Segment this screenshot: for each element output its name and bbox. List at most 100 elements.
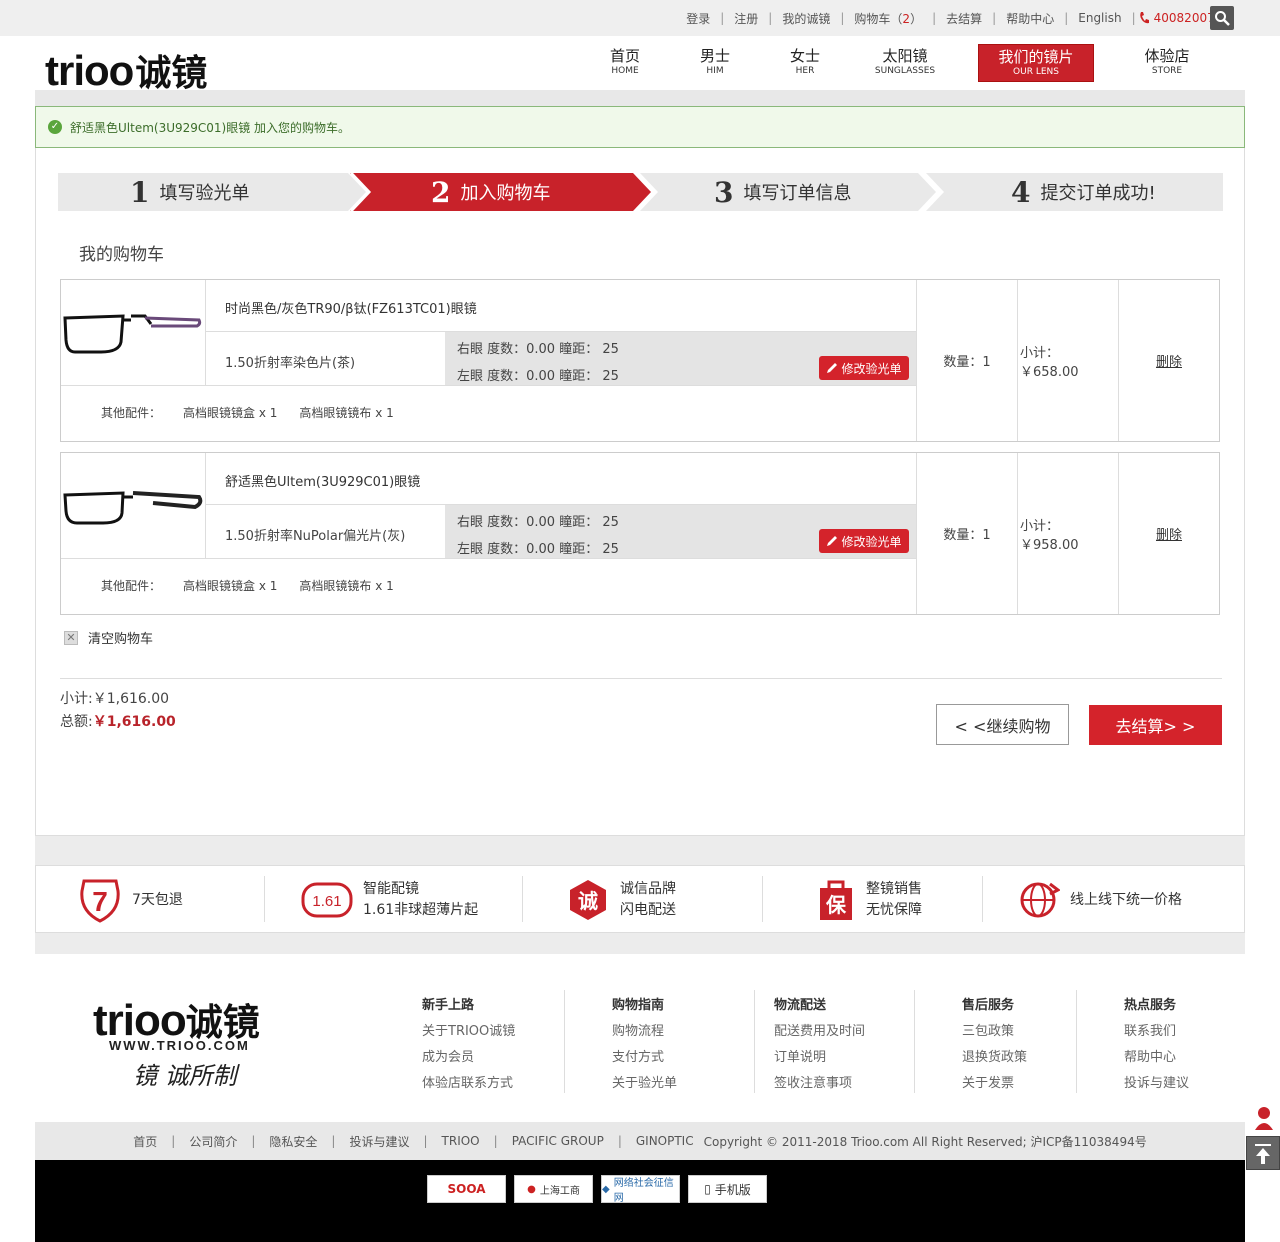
cart-panel: 1 填写验光单 2 加入购物车 3 填写订单信息 4 提交订单成功! 我的购物车 时尚黑… bbox=[35, 148, 1245, 836]
divider bbox=[60, 678, 1222, 679]
step-4: 4 提交订单成功! bbox=[1011, 175, 1156, 209]
product-name[interactable]: 时尚黑色/灰色TR90/β钛(FZ613TC01)眼镜 bbox=[225, 298, 477, 317]
left-eye-rx: 左眼 度数：0.00 瞳距： 25 bbox=[457, 369, 619, 384]
site-header: trioo 诚镜 首页 HOME 男士 HIM 女士 HER 太阳镜 SUNGLASSES… bbox=[0, 36, 1280, 94]
nav-sunglasses[interactable]: 太阳镜 SUNGLASSES bbox=[850, 44, 960, 82]
site-logo[interactable]: trioo 诚镜 bbox=[45, 44, 207, 96]
footer-link[interactable]: 关于验光单 bbox=[612, 1071, 677, 1097]
delete-item-link[interactable]: 删除 bbox=[1118, 280, 1219, 441]
modify-prescription-button[interactable]: 修改验光单 bbox=[819, 529, 909, 553]
footer-link[interactable]: 投诉与建议 bbox=[1124, 1071, 1189, 1097]
close-icon: ✕ bbox=[64, 630, 78, 645]
footer-link[interactable]: 配送费用及时间 bbox=[774, 1019, 865, 1045]
search-button[interactable] bbox=[1210, 6, 1234, 30]
subtotal-value: ￥1,616.00 bbox=[92, 691, 170, 707]
header-divider bbox=[35, 90, 1245, 106]
shanghai-aic-badge[interactable]: ● 上海工商 bbox=[514, 1175, 593, 1203]
shield-icon: ◆ bbox=[602, 1183, 610, 1195]
main-nav: 首页 HOME 男士 HIM 女士 HER 太阳镜 SUNGLASSES 我们的镜片 OU… bbox=[580, 44, 1212, 82]
footer-trioo-link[interactable]: TRIOO bbox=[442, 1134, 480, 1148]
services-section: 7 7天包退 1.61 智能配镜 1.61非球超薄片起 诚 诚信品牌 闪电配送 保 … bbox=[35, 836, 1245, 954]
accessories: 其他配件： 高档眼镜镜盒 x 1 高档眼镜镜布 x 1 bbox=[101, 406, 394, 420]
product-name[interactable]: 舒适黑色Ultem(3U929C01)眼镜 bbox=[225, 471, 420, 490]
footer-link[interactable]: 联系我们 bbox=[1124, 1019, 1189, 1045]
footer-complaint-link[interactable]: 投诉与建议 bbox=[349, 1133, 409, 1150]
right-eye-rx: 右眼 度数：0.00 瞳距： 25 bbox=[457, 342, 619, 357]
lens-name: 1.50折射率染色片(茶) bbox=[225, 356, 356, 371]
nav-her[interactable]: 女士 HER bbox=[760, 44, 850, 82]
product-image[interactable] bbox=[61, 280, 206, 386]
product-image[interactable] bbox=[61, 453, 206, 559]
lens-161-icon: 1.61 bbox=[301, 882, 353, 918]
checkout-button[interactable]: 去结算> > bbox=[1089, 705, 1222, 745]
service-smart-lens: 1.61 智能配镜 1.61非球超薄片起 bbox=[301, 874, 478, 926]
prescription: 右眼 度数：0.00 瞳距： 25 左眼 度数：0.00 瞳距： 25 修改验光… bbox=[445, 332, 917, 385]
footer-link[interactable]: 支付方式 bbox=[612, 1045, 677, 1071]
back-to-top-button[interactable] bbox=[1246, 1136, 1280, 1170]
register-link[interactable]: 注册 bbox=[724, 10, 768, 27]
footer-link[interactable]: 成为会员 bbox=[422, 1045, 515, 1071]
quantity: 数量：1 bbox=[916, 453, 1017, 614]
item-subtotal: 小计： ￥658.00 bbox=[1017, 280, 1118, 441]
item-subtotal: 小计： ￥958.00 bbox=[1017, 453, 1118, 614]
pencil-icon bbox=[827, 536, 838, 546]
pencil-icon bbox=[827, 363, 838, 373]
lens-row: 1.50折射率NuPolar偏光片(灰) 右眼 度数：0.00 瞳距： 25 左… bbox=[206, 504, 917, 559]
footer-about-link[interactable]: 公司简介 bbox=[189, 1133, 237, 1150]
footer-home-link[interactable]: 首页 bbox=[133, 1133, 157, 1150]
badge-bar: SOOA ● 上海工商 ◆ 网络社会征信网 ▯ 手机版 bbox=[35, 1160, 1245, 1242]
customer-service-icon[interactable] bbox=[1252, 1104, 1276, 1132]
service-guarantee: 保 整镜销售 无忧保障 bbox=[816, 874, 922, 926]
footer-signature: 镜 诚所制 bbox=[133, 1062, 237, 1090]
footer-col-newbie: 新手上路 关于TRIOO诚镜 成为会员 体验店联系方式 bbox=[422, 993, 515, 1097]
cart-item: 时尚黑色/灰色TR90/β钛(FZ613TC01)眼镜 1.50折射率染色片(茶… bbox=[60, 279, 1220, 442]
footer-link[interactable]: 订单说明 bbox=[774, 1045, 865, 1071]
english-link[interactable]: English bbox=[1068, 11, 1131, 25]
login-link[interactable]: 登录 bbox=[676, 10, 720, 27]
footer-ginoptic-link[interactable]: GINOPTIC bbox=[636, 1134, 694, 1148]
glasses-icon bbox=[63, 314, 202, 354]
nav-store[interactable]: 体验店 STORE bbox=[1122, 44, 1212, 82]
cart-title: 我的购物车 bbox=[79, 245, 164, 265]
footer-link[interactable]: 帮助中心 bbox=[1124, 1045, 1189, 1071]
footer-pacific-link[interactable]: PACIFIC GROUP bbox=[512, 1134, 604, 1148]
my-account-link[interactable]: 我的诚镜 bbox=[772, 10, 840, 27]
delete-item-link[interactable]: 删除 bbox=[1118, 453, 1219, 614]
right-eye-rx: 右眼 度数：0.00 瞳距： 25 bbox=[457, 515, 619, 530]
footer-link[interactable]: 三包政策 bbox=[962, 1019, 1027, 1045]
footer-link[interactable]: 购物流程 bbox=[612, 1019, 677, 1045]
top-links: 登录 | 注册 | 我的诚镜 | 购物车（2） | 去结算 | 帮助中心 | English… bbox=[676, 0, 1230, 36]
credit-badge[interactable]: ◆ 网络社会征信网 bbox=[601, 1175, 680, 1204]
services-bar: 7 7天包退 1.61 智能配镜 1.61非球超薄片起 诚 诚信品牌 闪电配送 保 … bbox=[35, 865, 1245, 933]
mobile-version-badge[interactable]: ▯ 手机版 bbox=[688, 1175, 767, 1203]
footer-link[interactable]: 签收注意事项 bbox=[774, 1071, 865, 1097]
footer-link[interactable]: 关于TRIOO诚镜 bbox=[422, 1019, 515, 1045]
nav-home[interactable]: 首页 HOME bbox=[580, 44, 670, 82]
trust-shield-icon: 诚 bbox=[570, 880, 606, 920]
checkout-link[interactable]: 去结算 bbox=[936, 10, 992, 27]
help-center-link[interactable]: 帮助中心 bbox=[996, 10, 1064, 27]
footer-logo[interactable]: trioo诚镜 WWW.TRIOO.COM 镜 诚所制 bbox=[93, 992, 260, 1090]
footer-col-logistics: 物流配送 配送费用及时间 订单说明 签收注意事项 bbox=[774, 993, 865, 1097]
modify-prescription-button[interactable]: 修改验光单 bbox=[819, 356, 909, 380]
nav-him[interactable]: 男士 HIM bbox=[670, 44, 760, 82]
bottom-links: 首页 | 公司简介 | 隐私安全 | 投诉与建议 | TRIOO | PACIFIC GR… bbox=[35, 1122, 1245, 1160]
cart-link[interactable]: 购物车（2） bbox=[844, 10, 932, 27]
footer-link[interactable]: 退换货政策 bbox=[962, 1045, 1027, 1071]
sooa-badge[interactable]: SOOA bbox=[427, 1175, 506, 1203]
footer-link[interactable]: 关于发票 bbox=[962, 1071, 1027, 1097]
footer-link[interactable]: 体验店联系方式 bbox=[422, 1071, 515, 1097]
continue-shopping-button[interactable]: < <继续购物 bbox=[936, 704, 1069, 745]
service-trusted-brand: 诚 诚信品牌 闪电配送 bbox=[566, 874, 676, 926]
footer-privacy-link[interactable]: 隐私安全 bbox=[269, 1133, 317, 1150]
cart-item: 舒适黑色Ultem(3U929C01)眼镜 1.50折射率NuPolar偏光片(… bbox=[60, 452, 1220, 615]
clear-cart-button[interactable]: ✕ 清空购物车 bbox=[64, 628, 153, 647]
glasses-icon bbox=[63, 491, 203, 525]
arrow-up-icon bbox=[1255, 1144, 1271, 1164]
footer-col-aftersales: 售后服务 三包政策 退换货政策 关于发票 bbox=[962, 993, 1027, 1097]
svg-text:诚: 诚 bbox=[578, 889, 598, 913]
nav-our-lens[interactable]: 我们的镜片 OUR LENS bbox=[978, 44, 1094, 82]
quantity: 数量：1 bbox=[916, 280, 1017, 441]
svg-text:7: 7 bbox=[92, 886, 108, 917]
step-2: 2 加入购物车 bbox=[431, 175, 551, 209]
